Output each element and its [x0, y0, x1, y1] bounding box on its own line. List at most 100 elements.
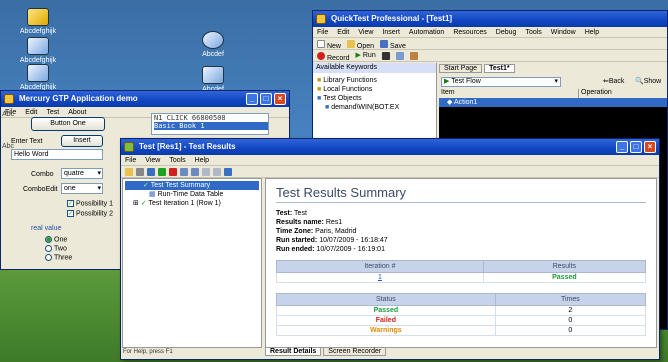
tree-item-iteration[interactable]: ⊞ ✓ Test Iteration 1 (Row 1)	[125, 199, 259, 208]
info-row: Results name: Res1	[276, 219, 343, 226]
desktop-icon[interactable]: Abcdef	[183, 31, 243, 58]
record-icon	[317, 52, 325, 60]
menu-file[interactable]: File	[317, 27, 328, 37]
menu-window[interactable]: Window	[551, 27, 576, 37]
menu-help[interactable]: Help	[585, 27, 599, 37]
table-row[interactable]: ◆ Action1	[439, 98, 667, 107]
open-icon[interactable]	[125, 168, 133, 176]
record-button[interactable]: Record	[317, 52, 350, 62]
debug-icon[interactable]	[409, 52, 418, 60]
network-icon	[27, 64, 49, 82]
window-icon: ■	[325, 104, 330, 111]
combo-select[interactable]: quatre ▾	[61, 168, 103, 179]
save-button[interactable]: Save	[380, 40, 406, 50]
step-icon[interactable]	[395, 52, 404, 60]
tree-item[interactable]: ■ demand\WIN(BOT.EX	[317, 103, 432, 112]
back-icon[interactable]	[202, 168, 210, 176]
flow-select[interactable]: ▶ Test Flow ▾	[441, 77, 561, 87]
enter-text-label: Enter Text	[11, 138, 43, 145]
folder-icon: ■	[317, 77, 322, 84]
print-icon[interactable]	[136, 168, 144, 176]
menu-view[interactable]: View	[145, 155, 160, 165]
title-bar: QuickTest Professional - [Test1]	[313, 11, 667, 27]
check-icon: ✓	[67, 210, 74, 217]
menu-help[interactable]: Help	[195, 155, 209, 165]
maximize-button[interactable]: □	[630, 141, 642, 153]
log-box: N1_CLICK 66800508 Basic Book 1	[151, 113, 269, 135]
desktop-icon[interactable]: Abcdef	[183, 66, 243, 93]
button-one[interactable]: Button One	[31, 117, 105, 131]
checkbox-possibility-2[interactable]: ✓ Possibility 2	[67, 210, 113, 217]
menu-resources[interactable]: Resources	[453, 27, 486, 37]
status-table: Status Times Passed 2 Failed 0 Warnings 0	[276, 293, 647, 336]
tree-item[interactable]: ■ Test Objects	[317, 94, 432, 103]
tab-test1[interactable]: Test1*	[484, 64, 515, 73]
doc-tabs: Start Page Test1*	[439, 64, 515, 73]
radio-two[interactable]: Two	[45, 245, 67, 252]
menu-edit[interactable]: Edit	[337, 27, 349, 37]
standard-toolbar: New Open Save	[313, 38, 667, 50]
radio-one[interactable]: One	[45, 236, 67, 243]
new-button[interactable]: New	[317, 40, 341, 50]
menu-tools[interactable]: Tools	[525, 27, 541, 37]
app-icon	[4, 94, 14, 104]
menu-edit[interactable]: Edit	[25, 107, 37, 117]
run-button[interactable]: ▶ Run	[356, 52, 376, 59]
comboedit-input[interactable]: one ▾	[61, 183, 103, 194]
column-item[interactable]: Item	[439, 89, 579, 98]
checkbox-possibility-1[interactable]: ✓ Possibility 1	[67, 200, 113, 207]
zoom-icon[interactable]	[191, 168, 199, 176]
info-row: Run ended: 10/07/2009 - 16:19:01	[276, 246, 385, 253]
desktop-icon[interactable]: Abcdefghijk	[8, 37, 68, 64]
tree-item[interactable]: ■ Local Functions	[317, 85, 432, 94]
close-button[interactable]: ×	[274, 93, 286, 105]
menu-debug[interactable]: Debug	[496, 27, 517, 37]
minimize-button[interactable]: _	[246, 93, 258, 105]
error-icon[interactable]	[169, 168, 177, 176]
tree-item-summary[interactable]: ✓ Test Test Summary	[125, 181, 259, 190]
tree-item[interactable]: ■ Library Functions	[317, 76, 432, 85]
column-operation[interactable]: Operation	[579, 89, 612, 98]
text-input[interactable]: Hello Word	[11, 149, 103, 160]
title-bar: Test [Res1] - Test Results _ □ ×	[121, 139, 659, 155]
find-icon[interactable]	[180, 168, 188, 176]
menu-view[interactable]: View	[358, 27, 373, 37]
menu-insert[interactable]: Insert	[382, 27, 400, 37]
desktop-icon[interactable]: Abcdefghijk	[8, 8, 68, 35]
maximize-button[interactable]: □	[260, 93, 272, 105]
table-row: Failed 0	[276, 315, 647, 326]
back-button[interactable]: ⇐Back	[603, 77, 624, 85]
title-bar: Mercury GTP Application demo _ □ ×	[1, 91, 289, 107]
show-button[interactable]: 🔍Show	[635, 77, 661, 85]
open-icon	[346, 40, 355, 48]
tab-start-page[interactable]: Start Page	[439, 64, 483, 73]
menu-file[interactable]: File	[125, 155, 136, 165]
info-row: Time Zone: Paris, Madrid	[276, 228, 357, 235]
pane-header: Available Keywords	[313, 63, 436, 73]
open-button[interactable]: Open	[346, 40, 374, 50]
filter-icon[interactable]	[147, 168, 155, 176]
check-icon: ✓	[67, 200, 74, 207]
tree-item-datatable[interactable]: ▦ Run-Time Data Table	[125, 190, 259, 199]
bottom-tabs: Result Details Screen Recorder	[265, 348, 387, 356]
insert-button[interactable]: Insert	[61, 135, 103, 147]
menu-about[interactable]: About	[68, 107, 86, 117]
test-results-window: Test [Res1] - Test Results _ □ × File View…	[120, 138, 660, 360]
forward-icon[interactable]	[213, 168, 221, 176]
radio-three[interactable]: Three	[45, 254, 72, 261]
close-button[interactable]: ×	[644, 141, 656, 153]
desktop-icon[interactable]: Abcdefghijk	[8, 64, 68, 91]
menu-test[interactable]: Test	[46, 107, 59, 117]
tab-screen-recorder[interactable]: Screen Recorder	[323, 348, 387, 356]
minimize-button[interactable]: _	[616, 141, 628, 153]
check-icon[interactable]	[158, 168, 166, 176]
filter-icon[interactable]	[224, 168, 232, 176]
app-icon	[202, 66, 224, 84]
menu-tools[interactable]: Tools	[169, 155, 185, 165]
iteration-link[interactable]: 1	[276, 272, 484, 283]
info-row: Test: Test	[276, 210, 307, 217]
stop-icon[interactable]	[381, 52, 390, 60]
menu-automation[interactable]: Automation	[409, 27, 444, 37]
tab-result-details[interactable]: Result Details	[265, 348, 322, 356]
qtp-app-icon	[316, 14, 326, 24]
